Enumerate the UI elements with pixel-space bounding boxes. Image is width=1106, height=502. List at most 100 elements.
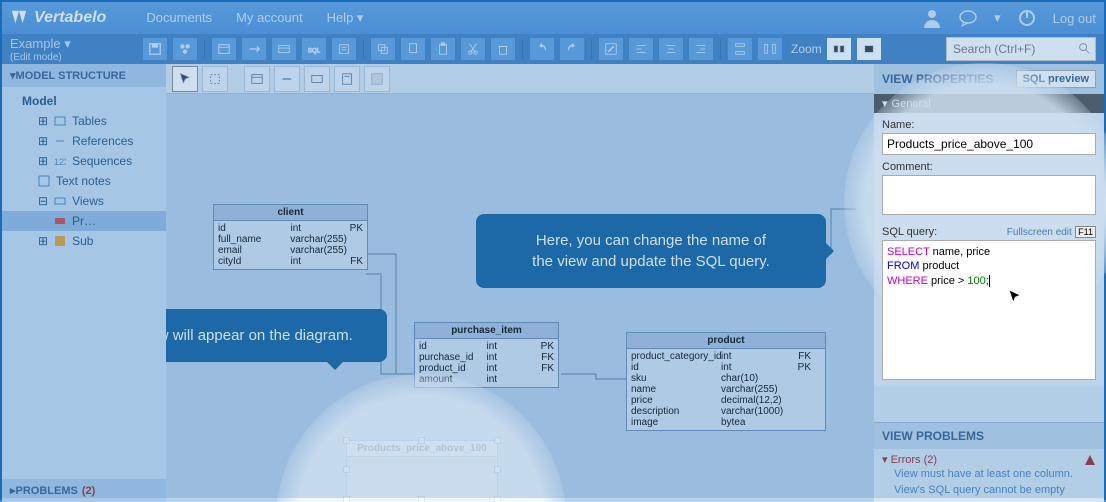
top-menu: Documents My account Help ▾ (146, 10, 363, 26)
distribute-v-button[interactable] (727, 37, 753, 61)
tree-sequences[interactable]: ⊞123Sequences (2, 151, 166, 171)
entity-column: full_namevarchar(255) (218, 234, 363, 245)
power-icon[interactable] (1017, 8, 1037, 28)
fit-width-button[interactable] (826, 37, 852, 61)
model-tree: Model ⊞Tables ⊞References ⊞123Sequences … (2, 87, 166, 255)
view-properties-header: VIEW PROPERTIES SQL preview (874, 64, 1104, 94)
paste-button[interactable] (430, 37, 456, 61)
sql-button[interactable]: SQL (301, 37, 327, 61)
align-right-button[interactable] (688, 37, 714, 61)
view-products-price[interactable]: Products_price_above_100 (346, 440, 498, 500)
undo-button[interactable] (529, 37, 555, 61)
entity-client[interactable]: client idintPKfull_namevarchar(255)email… (213, 204, 368, 270)
entity-column: imagebytea (631, 417, 821, 428)
sql-preview-button[interactable]: SQL preview (1016, 70, 1096, 88)
entity-column: namevarchar(255) (631, 384, 821, 395)
user-icon[interactable] (922, 8, 942, 28)
entity-column: emailvarchar(255) (218, 245, 363, 256)
doc-title[interactable]: Example ▾ (Edit mode) (10, 36, 130, 63)
share-button[interactable] (172, 37, 198, 61)
comment-input[interactable] (882, 175, 1096, 215)
top-bar: Vertabelo Documents My account Help ▾ ▾ … (2, 2, 1104, 34)
canvas-toolbar (166, 64, 874, 94)
align-center-button[interactable] (658, 37, 684, 61)
entity-product[interactable]: product product_category_idintFKidintPKs… (626, 332, 826, 431)
marquee-tool[interactable] (202, 66, 228, 92)
edit-button[interactable] (598, 37, 624, 61)
entity-column: cityIdintFK (218, 256, 363, 267)
warning-icon (1084, 454, 1096, 466)
copy-button[interactable] (400, 37, 426, 61)
logout-link[interactable]: Log out (1053, 11, 1096, 26)
callout-change-name: Here, you can change the name ofthe view… (476, 214, 826, 288)
model-structure-header[interactable]: ▾ MODEL STRUCTURE (2, 64, 166, 87)
add-table-tool[interactable] (244, 66, 270, 92)
entity-header: product (627, 333, 825, 349)
entity-column: idintPK (631, 362, 821, 373)
view-problems-header[interactable]: VIEW PROBLEMS (874, 422, 1104, 449)
note-button[interactable] (331, 37, 357, 61)
menu-documents[interactable]: Documents (146, 10, 212, 26)
vertabelo-icon (10, 9, 28, 27)
fullscreen-edit-link[interactable]: Fullscreen edit (1007, 227, 1072, 238)
reference-button[interactable] (241, 37, 267, 61)
search-button[interactable] (1074, 39, 1094, 59)
menu-help[interactable]: Help ▾ (327, 10, 364, 26)
delete-button[interactable] (490, 37, 516, 61)
general-section-header[interactable]: ▾ General (874, 94, 1104, 113)
view-name-input[interactable] (882, 133, 1096, 155)
cut-button[interactable] (460, 37, 486, 61)
svg-text:123: 123 (54, 157, 66, 167)
menu-account[interactable]: My account (236, 10, 302, 26)
entity-column: skuchar(10) (631, 373, 821, 384)
pointer-tool[interactable] (172, 66, 198, 92)
add-note-tool[interactable] (334, 66, 360, 92)
tree-views[interactable]: ⊟Views (2, 191, 166, 211)
fit-screen-button[interactable] (856, 37, 882, 61)
brand-logo[interactable]: Vertabelo (10, 9, 106, 27)
errors-header[interactable]: ▾ Errors (2) (882, 453, 1096, 466)
callout-view-appear: A view will appear on the diagram. (166, 309, 387, 362)
svg-text:SQL: SQL (308, 48, 321, 55)
sql-query-editor[interactable]: SELECT name, price FROM product WHERE pr… (882, 240, 1096, 380)
zoom-label: Zoom (791, 42, 822, 56)
distribute-h-button[interactable] (757, 37, 783, 61)
entity-header: client (214, 205, 367, 221)
entity-column: idintPK (218, 223, 363, 234)
tree-tables[interactable]: ⊞Tables (2, 111, 166, 131)
canvas[interactable]: client idintPKfull_namevarchar(255)email… (166, 64, 874, 502)
tree-references[interactable]: ⊞References (2, 131, 166, 151)
sql-label: SQL query: (882, 226, 937, 238)
diagram-area[interactable]: client idintPKfull_namevarchar(255)email… (166, 94, 874, 502)
brand-text: Vertabelo (34, 9, 106, 27)
main: ▾ MODEL STRUCTURE Model ⊞Tables ⊞Referen… (2, 64, 1104, 502)
align-left-button[interactable] (628, 37, 654, 61)
tree-view-item[interactable]: Pr… (2, 211, 166, 231)
add-area-tool[interactable] (364, 66, 390, 92)
entity-purchase-item[interactable]: purchase_item idintPKpurchase_idintFKpro… (414, 322, 559, 388)
f11-badge: F11 (1075, 226, 1096, 238)
mouse-cursor-icon (1008, 289, 1022, 303)
view-button[interactable] (271, 37, 297, 61)
sidebar: ▾ MODEL STRUCTURE Model ⊞Tables ⊞Referen… (2, 64, 166, 502)
add-view-tool[interactable] (304, 66, 330, 92)
chat-icon[interactable] (958, 8, 978, 28)
entity-column: amountint (419, 374, 554, 385)
entity-column: pricedecimal(12,2) (631, 395, 821, 406)
table-button[interactable] (211, 37, 237, 61)
tree-subject[interactable]: ⊞Sub (2, 231, 166, 251)
entity-header: purchase_item (415, 323, 558, 339)
error-item[interactable]: View must have at least one column. (882, 466, 1096, 482)
right-panel: VIEW PROPERTIES SQL preview ▾ General Na… (874, 64, 1104, 502)
tree-text-notes[interactable]: Text notes (2, 171, 166, 191)
entity-column: descriptionvarchar(1000) (631, 406, 821, 417)
save-button[interactable] (142, 37, 168, 61)
entity-column: product_idintFK (419, 363, 554, 374)
sidebar-problems-header[interactable]: ▸ PROBLEMS (2) (2, 479, 166, 502)
add-ref-tool[interactable] (274, 66, 300, 92)
name-label: Name: (882, 119, 1096, 131)
tree-model[interactable]: Model (2, 91, 166, 111)
redo-button[interactable] (559, 37, 585, 61)
duplicate-button[interactable] (370, 37, 396, 61)
error-item[interactable]: View's SQL query cannot be empty (882, 482, 1096, 498)
